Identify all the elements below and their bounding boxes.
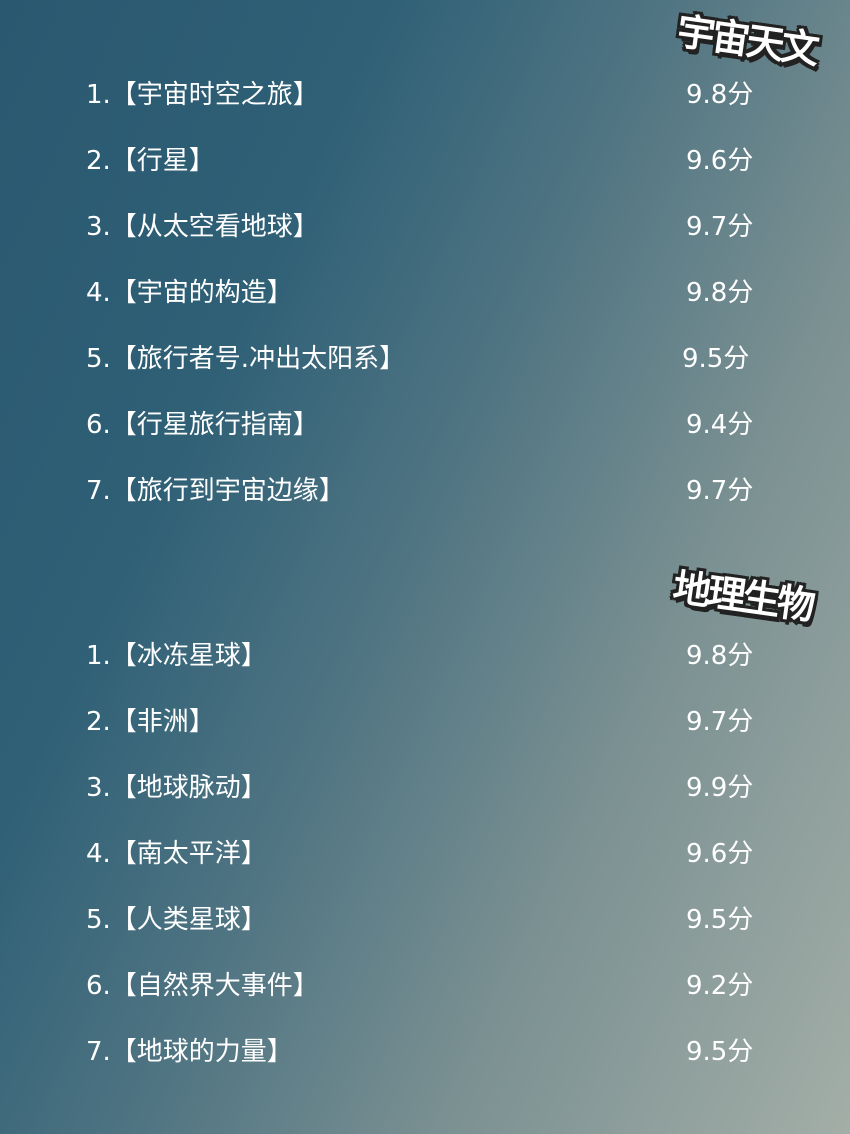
item-score: 9.4分 [686,410,754,440]
item-score: 9.7分 [686,476,754,506]
item-title: 3.【地球脉动】 [86,773,267,803]
list-item: 7.【地球的力量】 9.5分 [0,1030,850,1096]
item-score: 9.2分 [686,971,754,1001]
item-score: 9.9分 [686,773,754,803]
item-score: 9.6分 [686,839,754,869]
item-title: 4.【南太平洋】 [86,839,267,869]
item-title: 1.【宇宙时空之旅】 [86,80,319,110]
list-item: 2.【非洲】 9.7分 [0,700,850,766]
item-score: 9.8分 [686,641,754,671]
item-title: 4.【宇宙的构造】 [86,278,293,308]
item-title: 2.【行星】 [86,146,215,176]
list-item: 3.【地球脉动】 9.9分 [0,766,850,832]
list-item: 6.【行星旅行指南】 9.4分 [0,403,850,469]
item-score: 9.6分 [686,146,754,176]
list-item: 5.【旅行者号.冲出太阳系】 9.5分 [0,337,850,403]
item-score: 9.5分 [686,1037,754,1067]
item-score: 9.8分 [686,278,754,308]
item-score: 9.7分 [686,707,754,737]
item-title: 6.【行星旅行指南】 [86,410,319,440]
item-title: 5.【人类星球】 [86,905,267,935]
astronomy-list: 1.【宇宙时空之旅】 9.8分 2.【行星】 9.6分 3.【从太空看地球】 9… [0,73,850,535]
list-item: 1.【宇宙时空之旅】 9.8分 [0,73,850,139]
list-item: 1.【冰冻星球】 9.8分 [0,634,850,700]
list-item: 5.【人类星球】 9.5分 [0,898,850,964]
list-item: 3.【从太空看地球】 9.7分 [0,205,850,271]
list-item: 4.【南太平洋】 9.6分 [0,832,850,898]
list-item: 4.【宇宙的构造】 9.8分 [0,271,850,337]
item-title: 3.【从太空看地球】 [86,212,319,242]
item-score: 9.5分 [682,344,750,374]
item-title: 2.【非洲】 [86,707,215,737]
list-item: 6.【自然界大事件】 9.2分 [0,964,850,1030]
section-tag-geography-biology: 地理生物 [670,565,816,629]
item-title: 7.【地球的力量】 [86,1037,293,1067]
section-tag-astronomy: 宇宙天文 [674,9,820,73]
item-score: 9.8分 [686,80,754,110]
item-score: 9.7分 [686,212,754,242]
list-item: 2.【行星】 9.6分 [0,139,850,205]
item-title: 6.【自然界大事件】 [86,971,319,1001]
geography-biology-list: 1.【冰冻星球】 9.8分 2.【非洲】 9.7分 3.【地球脉动】 9.9分 … [0,634,850,1096]
item-score: 9.5分 [686,905,754,935]
list-item: 7.【旅行到宇宙边缘】 9.7分 [0,469,850,535]
item-title: 7.【旅行到宇宙边缘】 [86,476,345,506]
item-title: 5.【旅行者号.冲出太阳系】 [86,344,406,374]
item-title: 1.【冰冻星球】 [86,641,267,671]
